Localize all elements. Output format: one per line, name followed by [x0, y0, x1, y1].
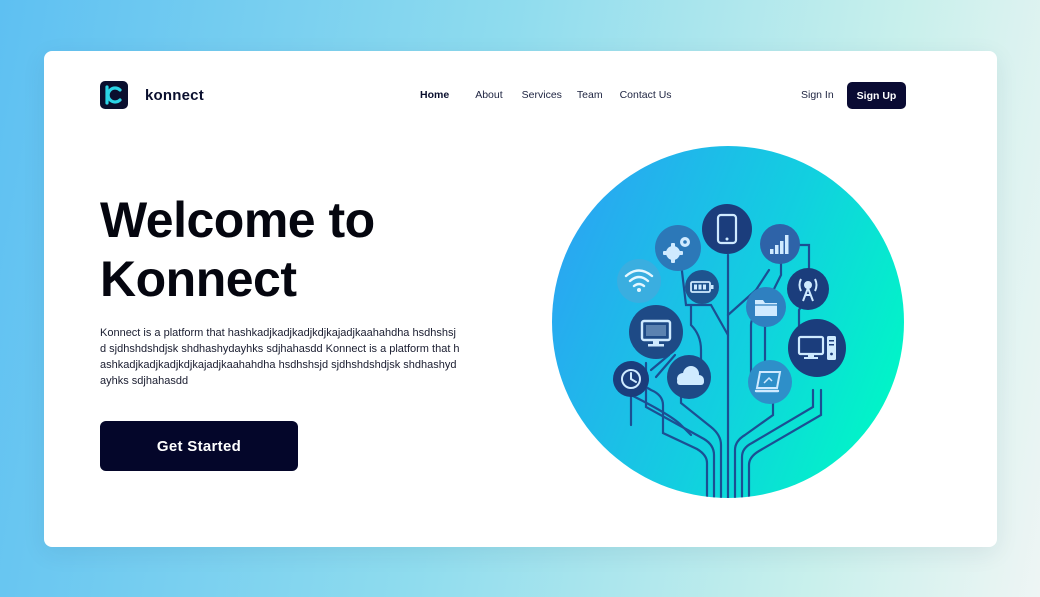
node-cloud	[667, 355, 711, 399]
nav-services[interactable]: Services	[522, 89, 562, 101]
hero-title-line-1: Welcome to	[100, 192, 375, 248]
nav-home[interactable]: Home	[420, 89, 449, 101]
node-antenna	[787, 268, 829, 310]
node-gears	[655, 225, 701, 271]
main-nav: Home About Services Team Contact Us	[420, 89, 672, 101]
node-wifi	[617, 259, 661, 303]
konnect-logo-icon	[100, 81, 128, 109]
tech-tree-illustration	[552, 146, 904, 498]
hero-title-line-2: Konnect	[100, 251, 297, 307]
brand-name: konnect	[145, 86, 204, 104]
logo[interactable]: konnect	[100, 81, 204, 109]
node-signal	[760, 224, 800, 264]
node-battery	[685, 270, 719, 304]
main-card: konnect Home About Services Team Contact…	[44, 51, 997, 547]
node-monitor	[629, 305, 683, 359]
hero-title: Welcome to Konnect	[100, 191, 375, 309]
node-desktop	[788, 319, 846, 377]
sign-up-button[interactable]: Sign Up	[847, 82, 906, 109]
get-started-button[interactable]: Get Started	[100, 421, 298, 471]
hero-description: Konnect is a platform that hashkadjkadjk…	[100, 327, 460, 387]
sign-in-link[interactable]: Sign In	[801, 89, 834, 101]
node-phone	[702, 204, 752, 254]
node-folder	[746, 287, 786, 327]
node-clock	[613, 361, 649, 397]
nav-about[interactable]: About	[475, 89, 502, 101]
node-laptop	[748, 360, 792, 404]
nav-team[interactable]: Team	[577, 89, 603, 101]
nav-contact-us[interactable]: Contact Us	[620, 89, 672, 101]
